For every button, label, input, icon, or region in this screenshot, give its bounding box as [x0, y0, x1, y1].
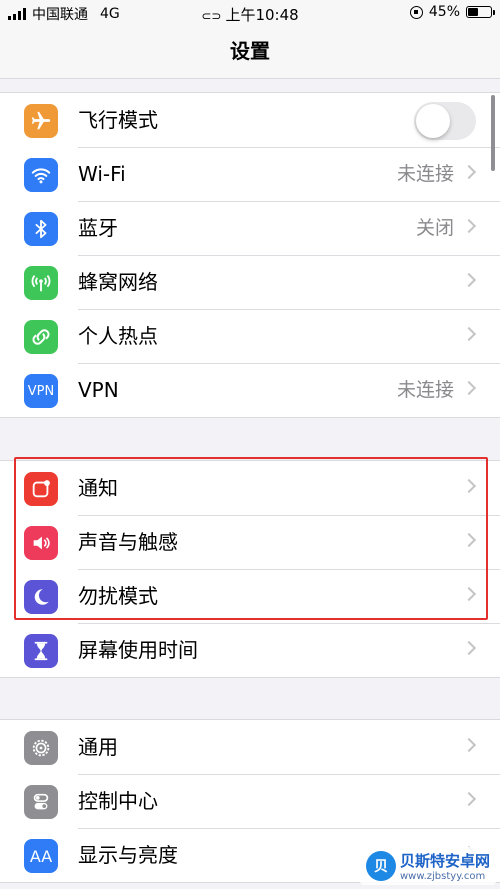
wifi-icon [24, 158, 58, 192]
row-label: VPN [78, 378, 119, 402]
chevron-right-icon [461, 737, 477, 753]
wifi-status: 未连接 [396, 163, 454, 185]
status-right: 45% [409, 4, 495, 20]
settings-row-bluetooth[interactable]: 蓝牙 关闭 [0, 201, 500, 255]
battery-icon [466, 6, 495, 18]
row-label: 显示与亮度 [78, 843, 178, 867]
settings-row-screen-time[interactable]: 屏幕使用时间 [0, 623, 500, 677]
row-label: Wi-Fi [78, 162, 126, 186]
watermark-name: 贝斯特安卓网 [399, 852, 490, 870]
page-title: 设置 [230, 39, 270, 63]
chevron-right-icon [461, 272, 477, 288]
hotspot-link-status-icon: ⊂⊃ [201, 9, 222, 23]
vpn-icon: VPN [24, 374, 58, 408]
status-bar: 中国联通 4G ⊂⊃ 上午10:48 45% [0, 0, 500, 26]
battery-percent: 45% [428, 4, 460, 20]
settings-row-control-center[interactable]: 控制中心 [0, 774, 500, 828]
vpn-status: 未连接 [396, 379, 454, 401]
chevron-right-icon [461, 380, 477, 396]
watermark: 贝 贝斯特安卓网 www.zjbstyy.com [359, 847, 496, 885]
settings-row-airplane[interactable]: 飞行模式 [0, 93, 500, 147]
navigation-bar: 设置 [0, 26, 500, 79]
airplane-mode-toggle[interactable] [414, 102, 476, 140]
chevron-right-icon [461, 640, 477, 656]
scroll-indicator[interactable] [491, 95, 495, 171]
chevron-right-icon [461, 164, 477, 180]
cellular-antenna-icon [24, 266, 58, 300]
watermark-text: 贝斯特安卓网 www.zjbstyy.com [400, 850, 490, 882]
settings-row-hotspot[interactable]: 个人热点 [0, 309, 500, 363]
watermark-logo: 贝 [365, 851, 396, 881]
switches-icon [24, 785, 58, 819]
orientation-lock-icon [409, 5, 423, 19]
chevron-right-icon [461, 218, 477, 234]
highlight-annotation-box [14, 457, 488, 620]
settings-row-wifi[interactable]: Wi-Fi 未连接 [0, 147, 500, 201]
watermark-url: www.zjbstyy.com [399, 871, 486, 882]
bluetooth-icon [24, 212, 58, 246]
hotspot-link-icon [24, 320, 58, 354]
row-label: 蜂窝网络 [78, 270, 158, 294]
row-label: 蓝牙 [78, 216, 118, 240]
row-label: 控制中心 [78, 789, 158, 813]
settings-group-connectivity: 飞行模式 Wi-Fi 未连接 蓝牙 关闭 蜂窝网络 个人热点 VPN VPN 未… [0, 92, 500, 418]
bluetooth-status: 关闭 [415, 217, 454, 239]
row-label: 屏幕使用时间 [78, 638, 198, 662]
battery-fill [468, 8, 478, 16]
display-brightness-icon: AA [24, 839, 58, 873]
settings-row-cellular[interactable]: 蜂窝网络 [0, 255, 500, 309]
row-label: 飞行模式 [78, 108, 158, 132]
row-label: 通用 [78, 735, 118, 759]
chevron-right-icon [461, 791, 477, 807]
clock: 上午10:48 [225, 6, 299, 24]
row-label: 个人热点 [78, 324, 158, 348]
toggle-knob [416, 104, 450, 138]
hourglass-icon [24, 634, 58, 668]
settings-row-general[interactable]: 通用 [0, 720, 500, 774]
settings-row-vpn[interactable]: VPN VPN 未连接 [0, 363, 500, 417]
gear-icon [24, 731, 58, 765]
chevron-right-icon [461, 326, 477, 342]
airplane-icon [24, 104, 58, 138]
